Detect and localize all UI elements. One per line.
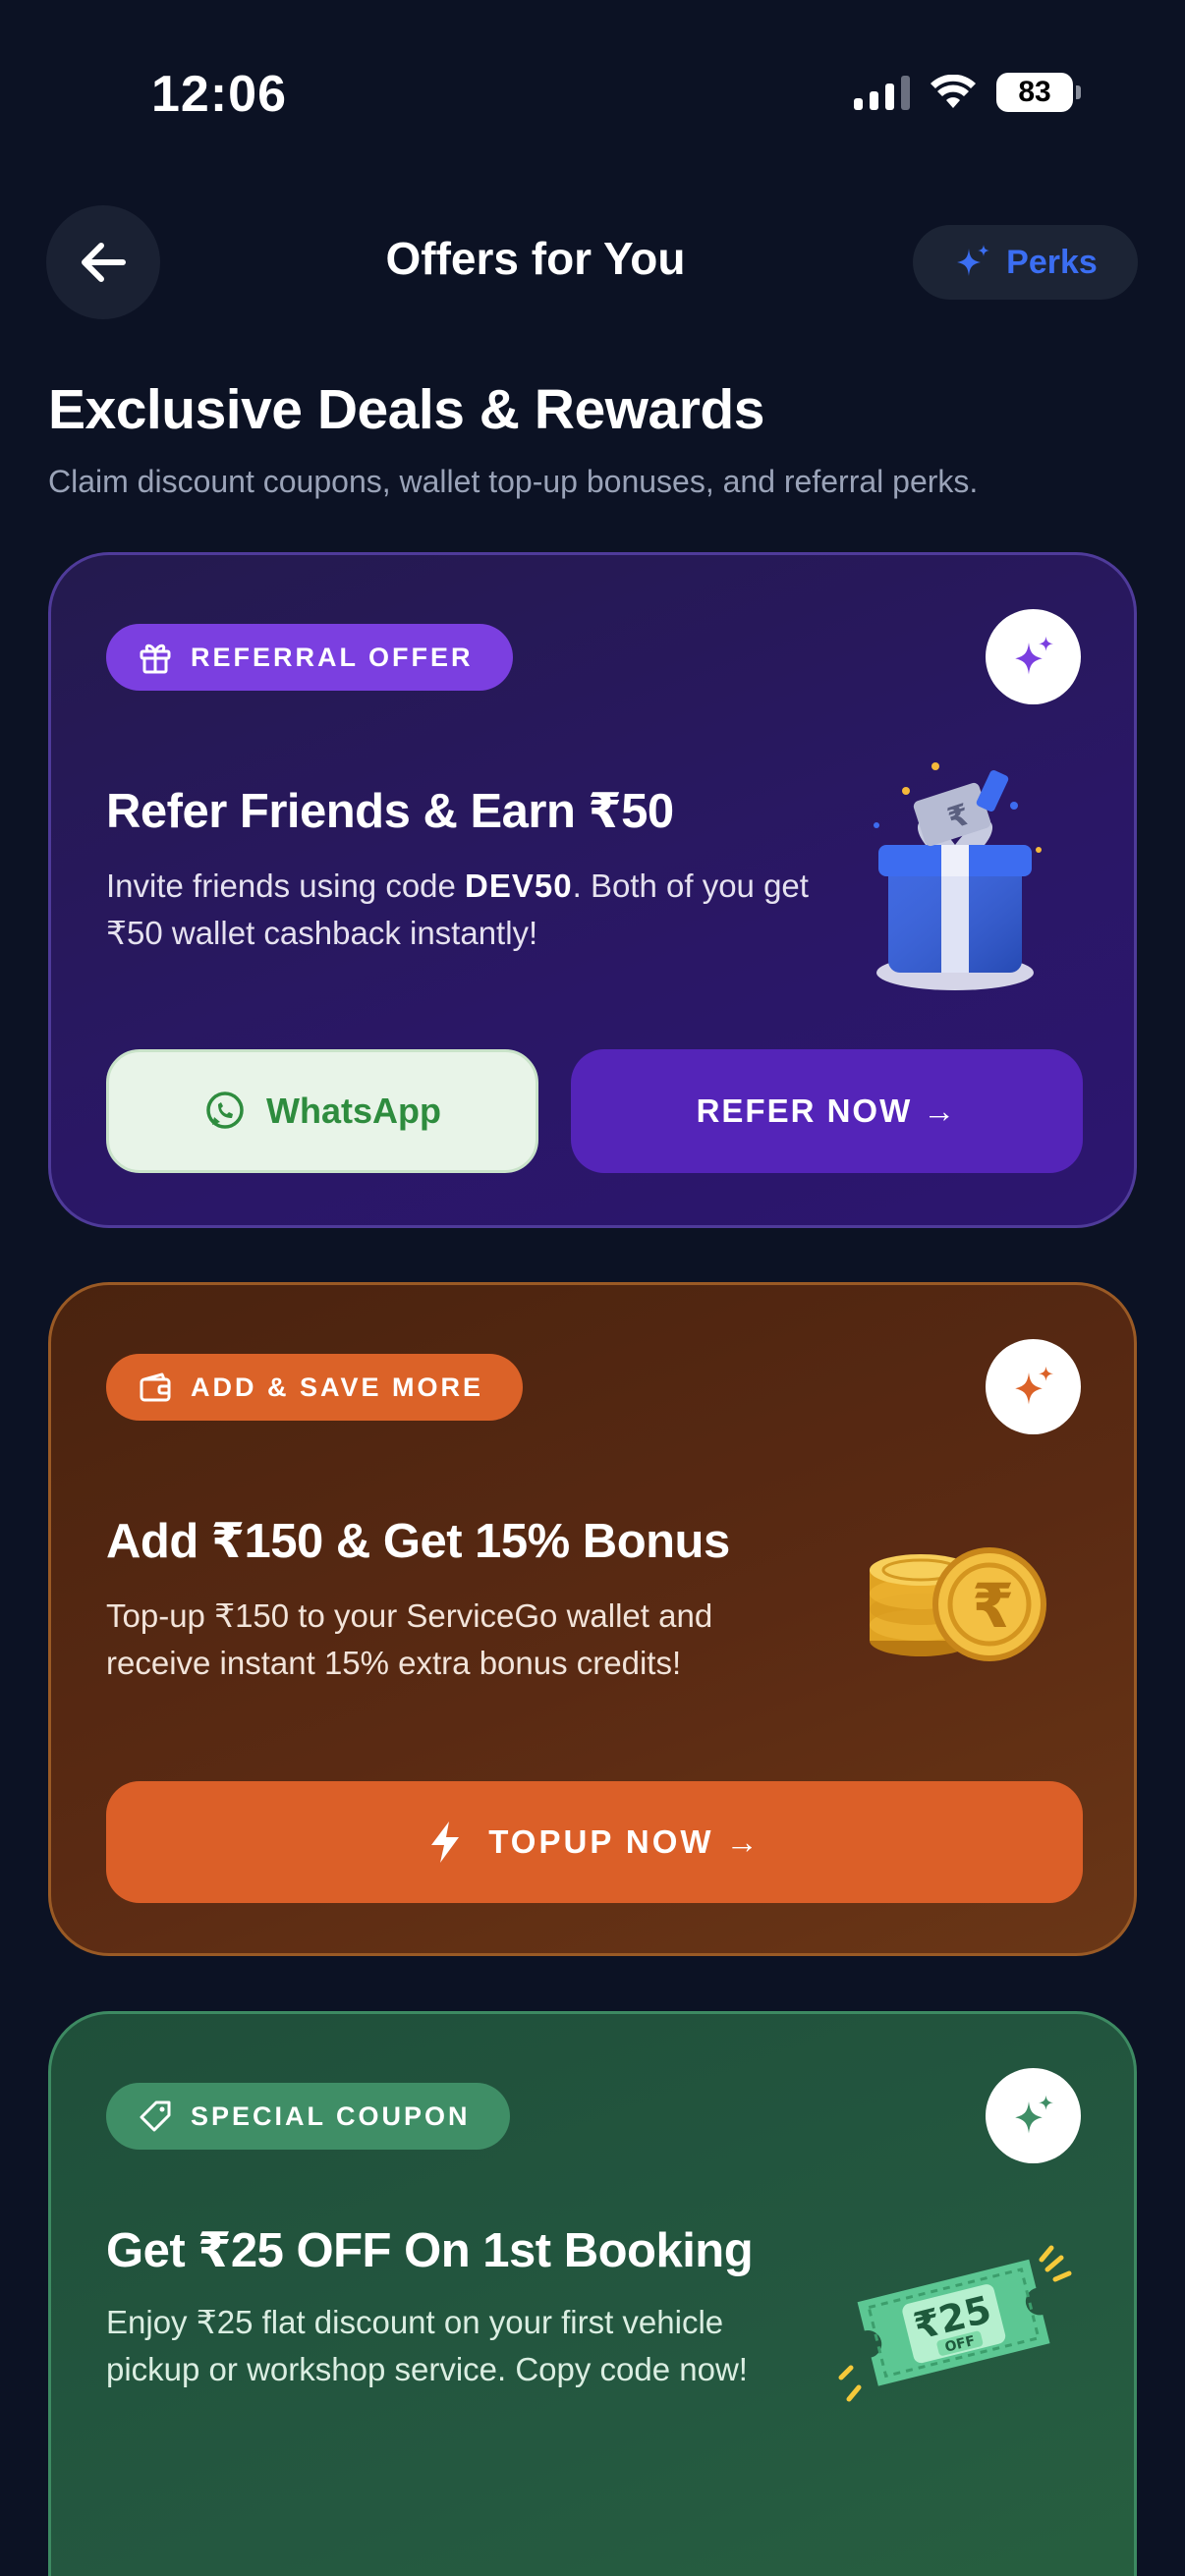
cellular-signal-icon (854, 75, 910, 110)
topup-sparkle-badge (986, 1339, 1081, 1434)
coupon-tag-label: SPECIAL COUPON (191, 2100, 471, 2131)
coupon-ticket-illustration: ₹25 OFF (838, 2245, 1072, 2402)
coupon-title: Get ₹25 OFF On 1st Booking (106, 2224, 754, 2277)
status-time: 12:06 (151, 66, 287, 123)
perks-label: Perks (1006, 243, 1098, 281)
whatsapp-label: WhatsApp (266, 1091, 441, 1131)
wifi-icon (931, 75, 976, 108)
topup-tag: ADD & SAVE MORE (106, 1354, 524, 1421)
offers-page: 12:06 83 Offers for You Perks Exclusive … (0, 0, 1185, 2576)
topup-now-label: TOPUP NOW → (488, 1823, 762, 1860)
referral-title: Refer Friends & Earn ₹50 (106, 785, 674, 838)
status-bar: 12:06 83 (0, 0, 1185, 196)
referral-description: Invite friends using code DEV50. Both of… (106, 868, 809, 951)
coupon-offer-card: SPECIAL COUPON Get ₹25 OFF On 1st Bookin… (48, 2011, 1137, 2576)
topup-title: Add ₹150 & Get 15% Bonus (106, 1515, 730, 1568)
perks-button[interactable]: Perks (913, 225, 1138, 300)
lightning-bolt-icon (431, 1821, 460, 1863)
tag-icon (140, 2100, 171, 2132)
referral-tag-label: REFERRAL OFFER (191, 642, 474, 672)
coupon-description: Enjoy ₹25 flat discount on your first ve… (106, 2304, 748, 2387)
topup-description: Top-up ₹150 to your ServiceGo wallet and… (106, 1597, 713, 1681)
referral-tag: REFERRAL OFFER (106, 624, 513, 691)
battery-icon: 83 (996, 73, 1081, 112)
gift-box-illustration: ₹ (874, 762, 1042, 990)
sparkles-icon (1014, 1366, 1053, 1404)
sparkles-icon (1014, 636, 1053, 674)
sparkles-icon (957, 245, 990, 276)
sparkles-icon (1014, 2095, 1053, 2133)
section-headline: Exclusive Deals & Rewards (48, 378, 764, 441)
section-subheadline: Claim discount coupons, wallet top-up bo… (48, 464, 979, 499)
battery-level: 83 (996, 73, 1073, 112)
referral-code: DEV50 (465, 868, 573, 904)
page-title: Offers for You (385, 233, 686, 284)
coupon-sparkle-badge (986, 2068, 1081, 2163)
refer-now-button[interactable]: REFER NOW → (571, 1049, 1083, 1173)
topup-offer-card: ADD & SAVE MORE Add ₹150 & Get 15% Bonus… (48, 1282, 1137, 1956)
topup-tag-label: ADD & SAVE MORE (191, 1372, 484, 1402)
whatsapp-icon (206, 1092, 244, 1129)
status-icons: 83 (854, 73, 1081, 112)
wallet-icon (140, 1372, 171, 1402)
whatsapp-share-button[interactable]: WhatsApp (106, 1049, 538, 1173)
referral-sparkle-badge (986, 609, 1081, 704)
topup-now-button[interactable]: TOPUP NOW → (106, 1781, 1083, 1903)
coupon-tag: SPECIAL COUPON (106, 2083, 510, 2150)
referral-offer-card: REFERRAL OFFER Refer Friends & Earn ₹50 … (48, 552, 1137, 1228)
gift-icon (140, 644, 171, 674)
svg-text:₹: ₹ (972, 1570, 1014, 1642)
coins-illustration: ₹ (870, 1547, 1046, 1661)
